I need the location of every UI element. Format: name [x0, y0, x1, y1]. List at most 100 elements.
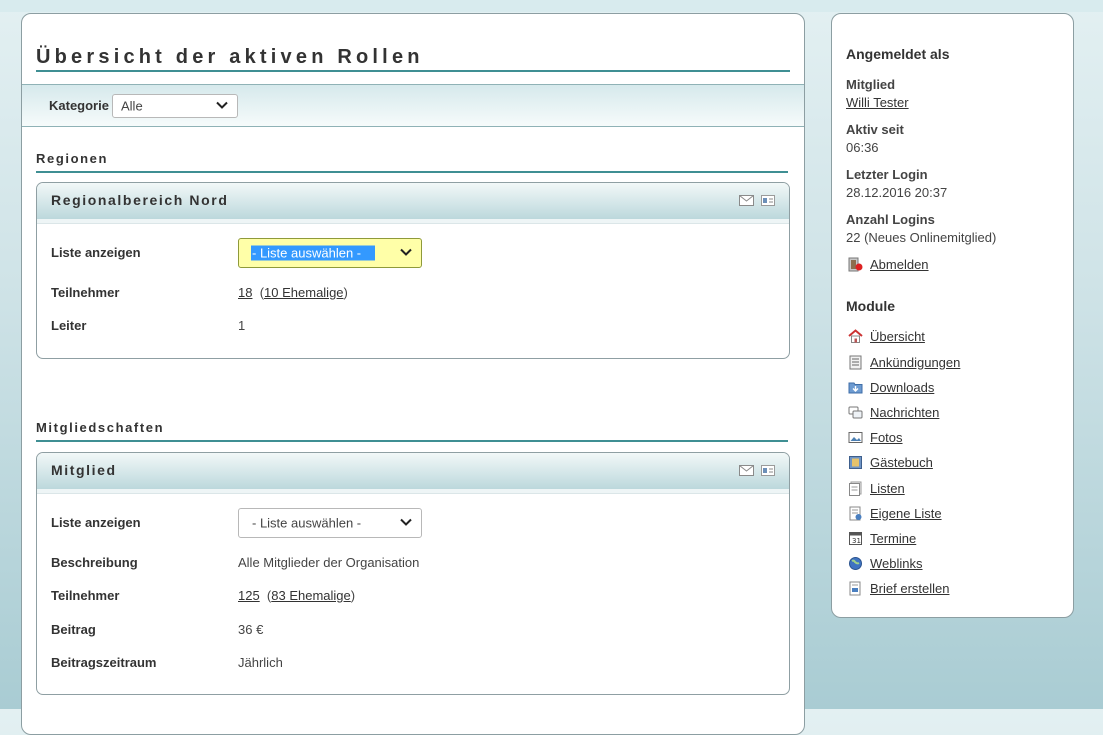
module-item-listen[interactable]: Listen — [848, 479, 905, 497]
description-value: Alle Mitglieder der Organisation — [238, 555, 420, 570]
section-heading-mitgliedschaften: Mitgliedschaften — [36, 420, 788, 442]
login-heading: Angemeldet als — [846, 46, 950, 62]
home-icon — [848, 328, 863, 343]
module-label[interactable]: Downloads — [870, 380, 934, 395]
card-actions — [739, 195, 775, 206]
module-item-ankuendigungen[interactable]: Ankündigungen — [848, 353, 960, 371]
category-label: Kategorie — [49, 98, 109, 113]
card-title: Regionalbereich Nord — [51, 192, 229, 208]
list-label: Liste anzeigen — [51, 245, 141, 260]
main-content: Übersicht der aktiven Rollen Kategorie A… — [21, 13, 805, 735]
member-label: Mitglied — [846, 77, 896, 92]
fee-label: Beitrag — [51, 622, 96, 637]
card-header: Mitglied — [37, 453, 789, 494]
chevron-down-icon — [400, 518, 412, 526]
module-label[interactable]: Eigene Liste — [870, 506, 942, 521]
top-strip — [0, 0, 1103, 12]
sidebar: Angemeldet als Mitglied Willi Tester Akt… — [831, 13, 1074, 618]
globe-icon — [849, 556, 862, 570]
section-heading-regionen: Regionen — [36, 151, 788, 173]
category-select[interactable]: Alle — [112, 94, 238, 118]
module-item-uebersicht[interactable]: Übersicht — [848, 327, 925, 345]
logout-label[interactable]: Abmelden — [870, 257, 929, 272]
member-name-link[interactable]: Willi Tester — [846, 95, 909, 110]
active-since-label: Aktiv seit — [846, 122, 904, 137]
login-count-label: Anzahl Logins — [846, 212, 935, 227]
last-login-label: Letzter Login — [846, 167, 928, 182]
category-filter-bar: Kategorie Alle — [22, 84, 804, 127]
messages-icon — [848, 406, 863, 418]
category-selected-value: Alle — [121, 98, 143, 114]
announcements-icon — [849, 355, 862, 369]
role-card-mitglied: Mitglied Liste anzeigen - Liste auswähle… — [36, 452, 790, 695]
participants-count-link[interactable]: 18 — [238, 285, 252, 300]
module-item-eigene-liste[interactable]: Eigene Liste — [848, 504, 942, 522]
login-count-value: 22 (Neues Onlinemitglied) — [846, 230, 997, 245]
active-since-value: 06:36 — [846, 140, 879, 155]
module-item-fotos[interactable]: Fotos — [848, 428, 903, 446]
module-item-termine[interactable]: 31 Termine — [848, 529, 916, 547]
calendar-icon: 31 — [849, 531, 862, 545]
module-label[interactable]: Listen — [870, 481, 905, 496]
description-row: Beschreibung Alle Mitglieder der Organis… — [51, 555, 771, 573]
vcard-icon[interactable] — [761, 465, 775, 476]
description-label: Beschreibung — [51, 555, 138, 570]
list-select-value: - Liste auswählen - — [252, 515, 362, 531]
fee-period-value: Jährlich — [238, 655, 283, 670]
vcard-icon[interactable] — [761, 195, 775, 206]
leader-row: Leiter 1 — [51, 318, 771, 336]
leader-label: Leiter — [51, 318, 87, 333]
email-icon[interactable] — [739, 465, 754, 476]
fee-period-row: Beitragszeitraum Jährlich — [51, 655, 771, 673]
fee-value: 36 € — [238, 622, 264, 637]
logout-link[interactable]: Abmelden — [848, 255, 929, 273]
participants-label: Teilnehmer — [51, 588, 120, 603]
chevron-down-icon — [216, 101, 228, 109]
list-select[interactable]: - Liste auswählen - — [238, 508, 422, 538]
card-header: Regionalbereich Nord — [37, 183, 789, 224]
module-label[interactable]: Gästebuch — [870, 455, 933, 470]
module-label[interactable]: Ankündigungen — [870, 355, 960, 370]
fee-period-label: Beitragszeitraum — [51, 655, 157, 670]
page-title: Übersicht der aktiven Rollen — [36, 44, 790, 72]
svg-text:31: 31 — [852, 537, 861, 545]
module-label[interactable]: Nachrichten — [870, 405, 939, 420]
guestbook-icon — [849, 455, 862, 469]
module-label[interactable]: Termine — [870, 531, 916, 546]
participants-count-link[interactable]: 125 — [238, 588, 260, 603]
participants-value: 125 (83 Ehemalige) — [238, 588, 356, 603]
module-item-brief-erstellen[interactable]: Brief erstellen — [848, 579, 949, 597]
participants-label: Teilnehmer — [51, 285, 120, 300]
letter-icon — [849, 581, 861, 595]
chevron-down-icon — [400, 248, 412, 256]
list-select-highlighted[interactable]: - Liste auswählen - — [238, 238, 422, 268]
participants-row: Teilnehmer 18 (10 Ehemalige) — [51, 285, 771, 303]
card-actions — [739, 465, 775, 476]
photos-icon — [848, 431, 863, 443]
leader-count: 1 — [238, 318, 246, 333]
module-item-downloads[interactable]: Downloads — [848, 378, 934, 396]
participants-value: 18 (10 Ehemalige) — [238, 285, 348, 300]
module-label[interactable]: Weblinks — [870, 556, 923, 571]
former-members-link[interactable]: 83 Ehemalige — [271, 588, 351, 603]
logout-icon — [848, 257, 863, 271]
module-label[interactable]: Brief erstellen — [870, 581, 949, 596]
lists-icon — [849, 481, 862, 496]
module-item-nachrichten[interactable]: Nachrichten — [848, 403, 939, 421]
participants-row: Teilnehmer 125 (83 Ehemalige) — [51, 588, 771, 606]
fee-row: Beitrag 36 € — [51, 622, 771, 640]
module-item-weblinks[interactable]: Weblinks — [848, 554, 923, 572]
modules-heading: Module — [846, 298, 895, 314]
last-login-value: 28.12.2016 20:37 — [846, 185, 948, 200]
module-label[interactable]: Fotos — [870, 430, 903, 445]
email-icon[interactable] — [739, 195, 754, 206]
card-title: Mitglied — [51, 462, 117, 478]
module-label[interactable]: Übersicht — [870, 329, 925, 344]
former-members-link[interactable]: 10 Ehemalige — [264, 285, 344, 300]
own-list-icon — [849, 506, 862, 520]
module-item-gaestebuch[interactable]: Gästebuch — [848, 453, 933, 471]
downloads-icon — [848, 382, 863, 393]
role-card-regionalbereich-nord: Regionalbereich Nord Liste anzeigen - Li… — [36, 182, 790, 359]
list-label: Liste anzeigen — [51, 515, 141, 530]
list-select-value: - Liste auswählen - — [251, 245, 376, 261]
